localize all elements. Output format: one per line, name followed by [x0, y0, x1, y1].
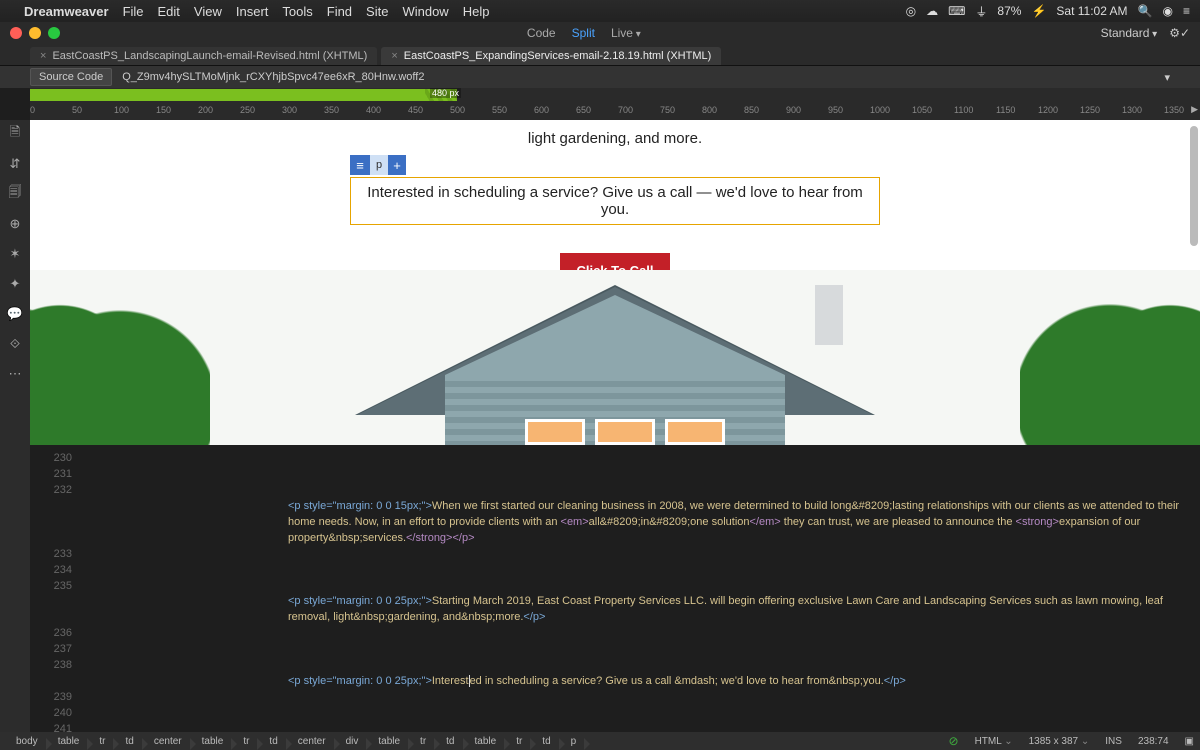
crumb[interactable]: td — [436, 736, 464, 747]
ruler-handle-icon[interactable]: ▶ — [1191, 104, 1198, 115]
macos-menubar: Dreamweaver File Edit View Insert Tools … — [0, 0, 1200, 22]
menu-tools[interactable]: Tools — [282, 4, 312, 19]
crumb[interactable]: table — [368, 736, 410, 747]
cc-sync-icon[interactable]: ◎ — [906, 4, 916, 18]
clock[interactable]: Sat 11:02 AM — [1056, 4, 1127, 18]
element-display[interactable]: ≡ p + — [350, 155, 406, 175]
insert-mode: INS — [1105, 736, 1122, 747]
minimize-window-button[interactable] — [29, 27, 41, 39]
battery-percent: 87% — [997, 4, 1021, 18]
more-icon[interactable]: ⋯ — [7, 366, 23, 382]
source-code-button[interactable]: Source Code — [30, 68, 112, 86]
preview-scrollbar[interactable] — [1190, 126, 1198, 246]
filter-icon[interactable]: ▾ — [1164, 71, 1170, 84]
crumb[interactable]: p — [561, 736, 587, 747]
media-query-bar[interactable]: 480 px — [30, 88, 1200, 102]
window-size[interactable]: 1385 x 387 — [1029, 736, 1090, 747]
live-data-icon[interactable]: 🗐 — [7, 186, 23, 202]
collapse-icon[interactable]: ⟐ — [7, 336, 23, 352]
doc-tab-1[interactable]: ×EastCoastPS_LandscapingLaunch-email-Rev… — [30, 47, 377, 65]
crumb[interactable]: table — [465, 736, 507, 747]
body-text[interactable]: light gardening, and more. — [30, 120, 1200, 147]
crumb[interactable]: td — [532, 736, 560, 747]
settings-icon[interactable]: ⚙✓ — [1169, 26, 1190, 40]
menu-view[interactable]: View — [194, 4, 222, 19]
crumb[interactable]: table — [192, 736, 234, 747]
crumb[interactable]: div — [336, 736, 369, 747]
crumb[interactable]: center — [288, 736, 336, 747]
close-tab-icon[interactable]: × — [40, 50, 46, 62]
inspect-icon[interactable]: ⊕ — [7, 216, 23, 232]
crumb[interactable]: table — [48, 736, 90, 747]
file-mgmt-icon[interactable]: 🗎 — [7, 126, 23, 142]
selected-paragraph[interactable]: ≡ p + Interested in scheduling a service… — [350, 177, 880, 225]
mq-label: 480 px — [430, 88, 461, 98]
crumb[interactable]: body — [6, 736, 48, 747]
siri-icon[interactable]: ◉ — [1163, 4, 1173, 18]
menu-file[interactable]: File — [123, 4, 144, 19]
crumb[interactable]: center — [144, 736, 192, 747]
related-file[interactable]: Q_Z9mv4hySLTMoMjnk_rCXYhjbSpvc47ee6xR_80… — [122, 71, 424, 83]
menu-site[interactable]: Site — [366, 4, 388, 19]
crumb[interactable]: tr — [506, 736, 532, 747]
workspace-switcher[interactable]: Standard — [1101, 26, 1158, 40]
add-icon[interactable]: + — [388, 155, 406, 175]
live-preview-pane[interactable]: light gardening, and more. ≡ p + Interes… — [30, 120, 1200, 445]
crumb[interactable]: tr — [89, 736, 115, 747]
crumb[interactable]: td — [259, 736, 287, 747]
battery-icon: ⚡ — [1031, 4, 1046, 18]
document-tabs: ×EastCoastPS_LandscapingLaunch-email-Rev… — [0, 44, 1200, 66]
comment-icon[interactable]: 💬 — [7, 306, 23, 322]
view-split[interactable]: Split — [572, 26, 595, 40]
mq-range[interactable] — [30, 89, 425, 101]
cursor-position: 238:74 — [1138, 736, 1169, 747]
window-titlebar: Code Split Live Standard ⚙✓ — [0, 22, 1200, 44]
close-tab-icon[interactable]: × — [391, 50, 397, 62]
menu-window[interactable]: Window — [402, 4, 448, 19]
menu-edit[interactable]: Edit — [158, 4, 180, 19]
tool-icon[interactable]: ✶ — [7, 246, 23, 262]
expand-icon[interactable]: ⇵ — [7, 156, 23, 172]
horizontal-ruler: 0 50 100 150 200 250 300 350 400 450 500… — [30, 102, 1200, 120]
zoom-window-button[interactable] — [48, 27, 60, 39]
spotlight-icon[interactable]: 🔍 — [1138, 4, 1153, 18]
hamburger-icon[interactable]: ≡ — [350, 155, 370, 175]
close-window-button[interactable] — [10, 27, 22, 39]
no-errors-icon[interactable]: ⊘ — [949, 734, 959, 748]
view-code[interactable]: Code — [527, 26, 556, 40]
menu-find[interactable]: Find — [327, 4, 352, 19]
notification-icon[interactable]: ≡ — [1183, 4, 1190, 18]
tag-selector-bar: body table tr td center table tr td cent… — [0, 732, 1200, 750]
view-live[interactable]: Live — [611, 26, 641, 40]
keyboard-icon[interactable]: ⌨ — [948, 4, 965, 18]
related-files-bar: Source Code Q_Z9mv4hySLTMoMjnk_rCXYhjbSp… — [0, 66, 1200, 88]
wifi-icon[interactable]: ⏚ — [975, 3, 987, 20]
crumb[interactable]: tr — [233, 736, 259, 747]
doc-tab-2[interactable]: ×EastCoastPS_ExpandingServices-email-2.1… — [381, 47, 721, 65]
crumb[interactable]: tr — [410, 736, 436, 747]
cloud-icon[interactable]: ☁ — [926, 4, 938, 18]
document-toolbar: 🗎 ⇵ 🗐 ⊕ ✶ ✦ 💬 ⟐ ⋯ — [0, 120, 30, 732]
menu-help[interactable]: Help — [463, 4, 490, 19]
crumb[interactable]: td — [115, 736, 143, 747]
app-name[interactable]: Dreamweaver — [24, 4, 109, 19]
tag-label[interactable]: p — [370, 155, 388, 175]
menu-insert[interactable]: Insert — [236, 4, 269, 19]
doctype-indicator[interactable]: HTML — [975, 736, 1013, 747]
code-editor[interactable]: 230 231 232<p style="margin: 0 0 15px;">… — [30, 445, 1200, 732]
preview-icon[interactable]: ▣ — [1185, 736, 1194, 747]
hero-image — [30, 270, 1200, 445]
tool-icon[interactable]: ✦ — [7, 276, 23, 292]
